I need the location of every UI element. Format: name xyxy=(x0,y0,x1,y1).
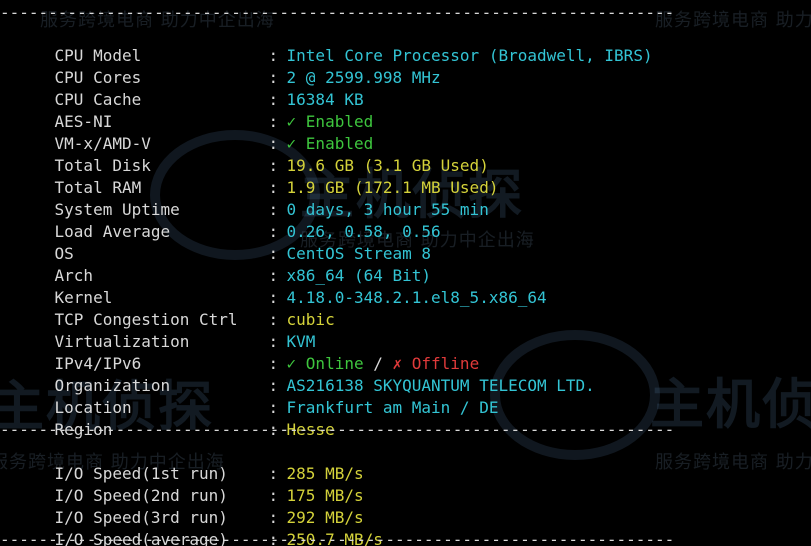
info-row-total-disk: Total Disk:19.6 GB (3.1 GB Used) xyxy=(16,133,489,175)
terminal-window[interactable]: 服务跨境电商 助力中企出海 服务跨境电商 助力中企出海 服务跨境电商 助力中企出… xyxy=(0,0,811,546)
divider-bottom: ----------------------------------------… xyxy=(0,530,675,546)
info-row-ipv4-ipv6: IPv4/IPv6: ✓ Online / ✗ Offline xyxy=(16,331,480,373)
io-row-1st-run: I/O Speed(1st run):285 MB/s xyxy=(16,441,364,483)
info-row-kernel: Kernel:4.18.0-348.2.1.el8_5.x86_64 xyxy=(16,265,547,307)
info-row-aes-ni: AES-NI: ✓ Enabled xyxy=(16,89,374,131)
info-row-location: Location: Frankfurt am Main / DE xyxy=(16,375,499,417)
info-row-region: Region: Hesse xyxy=(16,397,335,439)
info-row-vmx: VM-x/AMD-V: ✓ Enabled xyxy=(16,111,374,153)
io-row-average: I/O Speed(average):250.7 MB/s xyxy=(16,507,383,546)
info-row-cpu-cores: CPU Cores:2 @ 2599.998 MHz xyxy=(16,45,441,87)
watermark-tagline: 服务跨境电商 助力中企出海 xyxy=(655,452,811,473)
info-row-load-average: Load Average:0.26, 0.58, 0.56 xyxy=(16,199,441,241)
info-row-total-ram: Total RAM:1.9 GB (172.1 MB Used) xyxy=(16,155,499,197)
info-row-virtualization: Virtualization: KVM xyxy=(16,309,316,351)
info-row-arch: Arch: x86_64 (64 Bit) xyxy=(16,243,432,285)
io-row-2nd-run: I/O Speed(2nd run):175 MB/s xyxy=(16,463,364,505)
info-row-tcp-cc: TCP Congestion Ctrl: cubic xyxy=(16,287,335,329)
divider-middle: ----------------------------------------… xyxy=(0,420,675,439)
divider-top: ----------------------------------------… xyxy=(0,3,675,22)
info-row-cpu-model: CPU Model: Intel Core Processor (Broadwel… xyxy=(16,23,653,65)
info-row-cpu-cache: CPU Cache:16384 KB xyxy=(16,67,364,109)
info-row-os: OS: CentOS Stream 8 xyxy=(16,221,432,263)
io-row-3rd-run: I/O Speed(3rd run):292 MB/s xyxy=(16,485,364,527)
info-row-organization: Organization: AS216138 SKYQUANTUM TELECOM… xyxy=(16,353,595,395)
info-row-uptime: System Uptime:0 days, 3 hour 55 min xyxy=(16,177,489,219)
